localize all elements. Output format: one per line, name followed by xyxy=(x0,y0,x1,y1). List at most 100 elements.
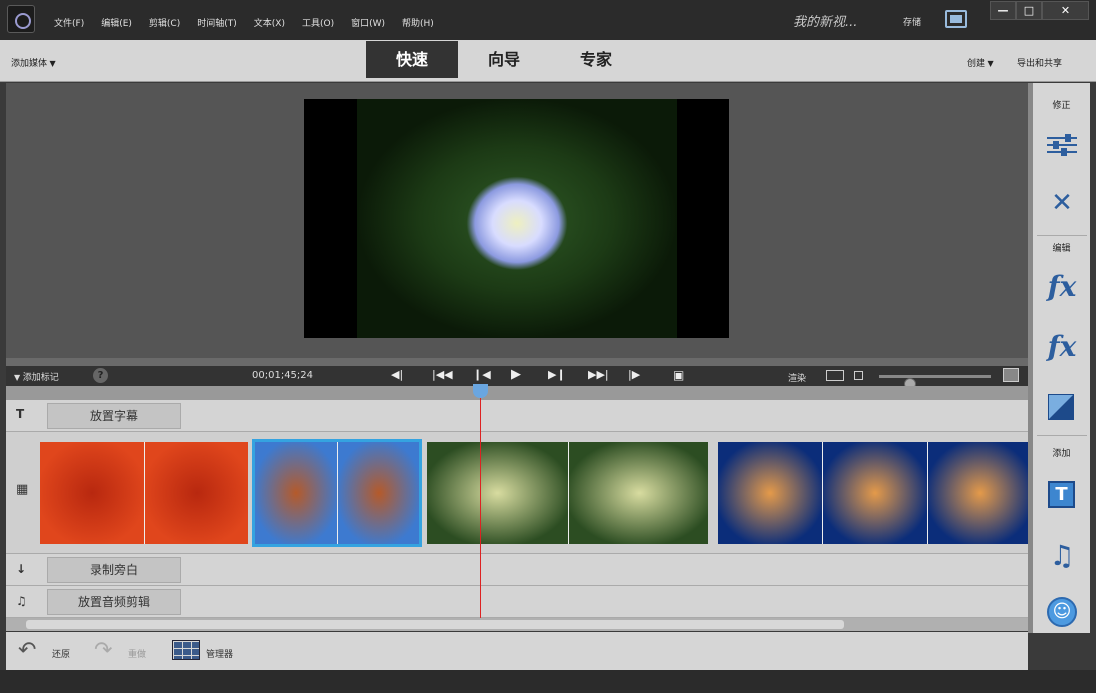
clip-thumbnail xyxy=(255,442,338,544)
clip-thumbnail xyxy=(569,442,708,544)
flower-clip[interactable] xyxy=(40,442,248,544)
menu-text[interactable]: 文本(X) xyxy=(254,16,285,29)
text-track-icon: T xyxy=(16,407,25,421)
clip-thumbnail xyxy=(427,442,569,544)
section-divider xyxy=(1037,235,1087,236)
export-share-button[interactable]: 导出和共享 xyxy=(1017,56,1062,69)
close-button[interactable]: ✕ xyxy=(1042,1,1089,20)
add-marker-button[interactable]: 添加标记 xyxy=(14,370,59,383)
titles-text-icon[interactable]: T xyxy=(1048,481,1075,508)
menu-help[interactable]: 帮助(H) xyxy=(402,16,434,29)
redo-icon[interactable]: ↷ xyxy=(94,638,112,663)
graphics-icon[interactable]: ☺ xyxy=(1047,597,1077,627)
timeline-scrollbar[interactable] xyxy=(6,618,1028,631)
app-logo-icon xyxy=(7,5,35,33)
place-title-button[interactable]: 放置字幕 xyxy=(47,403,181,429)
bottom-bar: ↶ 还原 ↷ 重做 管理器 xyxy=(6,632,1028,670)
zoom-in-icon[interactable] xyxy=(1003,368,1019,382)
video-preview[interactable] xyxy=(304,99,729,338)
tab-expert[interactable]: 专家 xyxy=(550,41,642,78)
music-note-icon: ♫ xyxy=(16,594,27,608)
title-track: T 放置字幕 xyxy=(6,400,1028,432)
clip-thumbnail xyxy=(718,442,823,544)
save-button[interactable]: 存储 xyxy=(903,15,921,28)
audio-track: ♫ 放置音频剪辑 xyxy=(6,586,1028,618)
clip-thumbnail xyxy=(928,442,1028,544)
timeline-ruler[interactable] xyxy=(6,386,1028,400)
create-dropdown[interactable]: 创建 xyxy=(967,56,994,69)
section-divider xyxy=(1037,435,1087,436)
music-icon[interactable]: ♫ xyxy=(1044,538,1080,574)
right-tool-panel: 修正 ✕ 编辑 fx fx 添加 T ♫ ☺ xyxy=(1033,83,1090,633)
transitions-icon[interactable] xyxy=(1048,394,1074,420)
desert-clip[interactable] xyxy=(252,439,422,547)
film-strip-icon: ▦ xyxy=(16,482,29,497)
menu-file[interactable]: 文件(F) xyxy=(54,16,84,29)
next-edit-icon[interactable]: ▶▶| xyxy=(588,368,609,381)
previous-edit-icon[interactable]: |◀◀ xyxy=(432,368,453,381)
step-back-icon[interactable]: ❙◀ xyxy=(473,368,491,381)
go-to-end-icon[interactable]: |▶ xyxy=(628,368,640,381)
go-to-start-icon[interactable]: ◀| xyxy=(391,368,403,381)
menu-bar: 文件(F) 编辑(E) 剪辑(C) 时间轴(T) 文本(X) 工具(O) 窗口(… xyxy=(54,16,451,29)
play-icon[interactable]: ▶ xyxy=(511,367,521,382)
project-name[interactable]: 我的新视... xyxy=(793,11,857,30)
place-audio-button[interactable]: 放置音频剪辑 xyxy=(47,589,181,615)
organizer-icon[interactable] xyxy=(172,640,200,660)
timeline-area: T 放置字幕 ▦ ↓ 录制旁白 ♫ 放置音频剪辑 xyxy=(6,400,1028,618)
zoom-out-icon[interactable] xyxy=(854,371,863,380)
step-forward-icon[interactable]: ▶❙ xyxy=(548,368,566,381)
zoom-to-fit-icon[interactable] xyxy=(826,370,844,381)
zoom-slider[interactable] xyxy=(879,375,991,390)
menu-edit[interactable]: 编辑(E) xyxy=(101,16,132,29)
clip-thumbnail xyxy=(338,442,419,544)
minimize-button[interactable]: — xyxy=(990,1,1016,20)
tab-guided[interactable]: 向导 xyxy=(458,41,550,78)
video-track: ▦ xyxy=(6,432,1028,554)
tab-quick[interactable]: 快速 xyxy=(366,41,458,78)
help-icon[interactable]: ? xyxy=(93,368,108,383)
monitor-panel xyxy=(6,83,1028,358)
tools-icon[interactable]: ✕ xyxy=(1044,185,1080,221)
adjustments-icon[interactable] xyxy=(1047,132,1077,158)
menu-tools[interactable]: 工具(O) xyxy=(302,16,334,29)
clip-thumbnail xyxy=(823,442,928,544)
playhead-handle[interactable] xyxy=(473,384,488,398)
fullscreen-preview-icon[interactable] xyxy=(945,10,967,28)
camera-snapshot-icon[interactable]: ▣ xyxy=(673,368,684,382)
monitor-resize-handle[interactable] xyxy=(6,358,1028,366)
timecode-display: 00;01;45;24 xyxy=(252,370,314,381)
playhead-line xyxy=(480,386,481,618)
jellyfish-clip[interactable] xyxy=(718,442,1028,544)
adjust-section-heading: 修正 xyxy=(1052,101,1071,111)
redo-label[interactable]: 重做 xyxy=(128,647,146,660)
render-button[interactable]: 渲染 xyxy=(788,371,806,384)
undo-label[interactable]: 还原 xyxy=(52,647,70,660)
add-section-heading: 添加 xyxy=(1052,449,1071,459)
hydrangea-frame xyxy=(357,99,677,338)
microphone-icon: ↓ xyxy=(16,562,27,576)
applied-effects-icon[interactable]: fx xyxy=(1044,269,1080,305)
right-panel-scrollbar[interactable] xyxy=(1090,83,1096,670)
menu-window[interactable]: 窗口(W) xyxy=(351,16,385,29)
clip-thumbnail xyxy=(145,442,248,544)
hydrangea-clip[interactable] xyxy=(427,442,708,544)
maximize-button[interactable]: □ xyxy=(1016,1,1042,20)
narration-track: ↓ 录制旁白 xyxy=(6,554,1028,586)
record-narration-button[interactable]: 录制旁白 xyxy=(47,557,181,583)
transport-bar: 添加标记 ? 00;01;45;24 ◀| |◀◀ ❙◀ ▶ ▶❙ ▶▶| |▶… xyxy=(6,366,1028,390)
clip-thumbnail xyxy=(40,442,145,544)
menu-timeline[interactable]: 时间轴(T) xyxy=(197,16,237,29)
status-strip xyxy=(0,670,1096,693)
organizer-label[interactable]: 管理器 xyxy=(206,647,233,660)
mode-toolbar: 添加媒体 快速 向导 专家 创建 导出和共享 xyxy=(0,40,1096,82)
mode-tabs: 快速 向导 专家 xyxy=(366,41,642,78)
add-media-dropdown[interactable]: 添加媒体 xyxy=(11,56,56,69)
undo-icon[interactable]: ↶ xyxy=(18,638,36,663)
edit-section-heading: 编辑 xyxy=(1052,244,1071,254)
effects-icon[interactable]: fx xyxy=(1044,329,1080,365)
menu-clip[interactable]: 剪辑(C) xyxy=(149,16,180,29)
title-bar: 文件(F) 编辑(E) 剪辑(C) 时间轴(T) 文本(X) 工具(O) 窗口(… xyxy=(0,0,1096,40)
window-controls: — □ ✕ xyxy=(990,1,1089,20)
timeline-scrollbar-thumb[interactable] xyxy=(26,620,844,629)
